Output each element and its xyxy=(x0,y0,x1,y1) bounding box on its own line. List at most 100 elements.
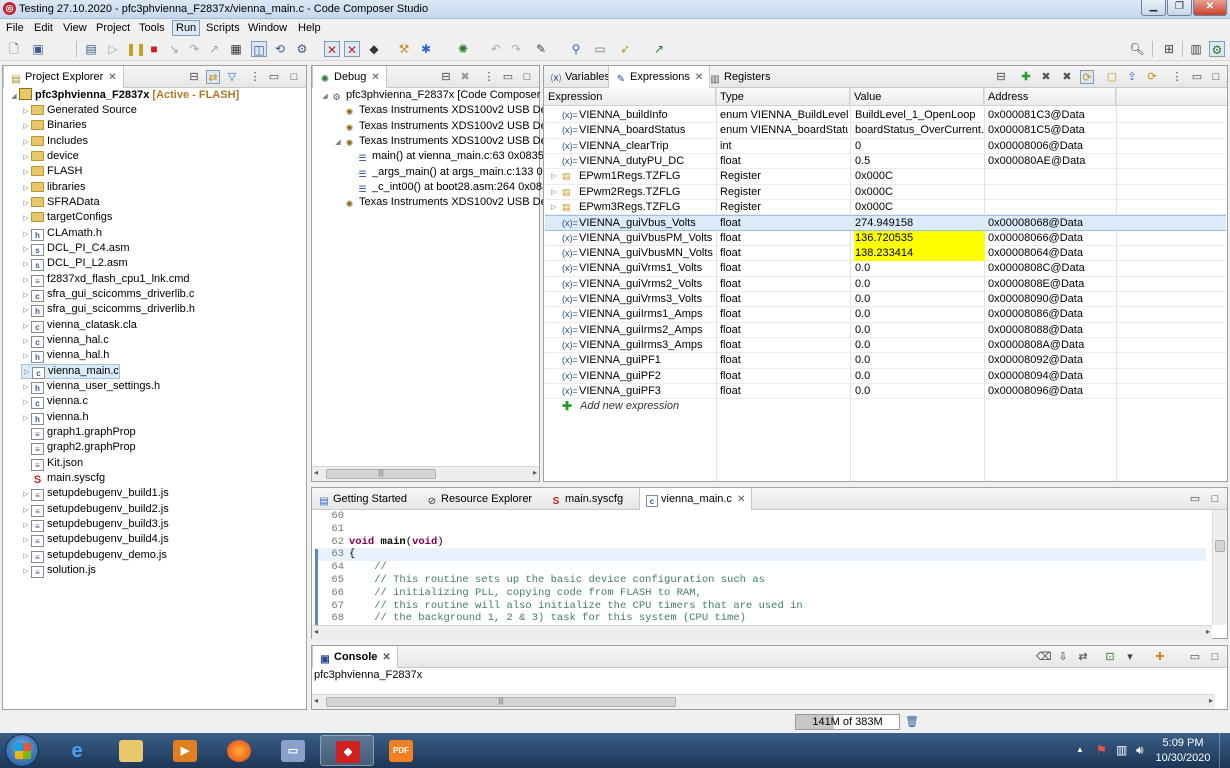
build-icon[interactable]: ⚒ xyxy=(396,41,412,57)
expand-arrow-icon[interactable]: ▷ xyxy=(21,104,31,119)
garbage-collect-icon[interactable]: 🗑︎ xyxy=(905,715,919,729)
expand-arrow-icon[interactable]: ▷ xyxy=(21,411,31,426)
ccs-edit-perspective-icon[interactable]: ▥ xyxy=(1188,41,1204,57)
taskbar-firefox[interactable] xyxy=(212,735,266,766)
tab-main-syscfg[interactable]: Smain.syscfg xyxy=(544,488,629,510)
expression-row[interactable]: (x)= VIENNA_clearTrip int 0 0x00008006@Data xyxy=(545,139,1226,154)
tree-item[interactable]: ▷ s DCL_PI_C4.asm xyxy=(21,241,130,256)
pin-console-icon[interactable]: ⊡ xyxy=(1103,650,1117,664)
tree-item[interactable]: ≡ graph1.graphProp xyxy=(21,425,136,440)
memory-icon[interactable]: ◫ xyxy=(251,41,267,57)
maximize-view-icon[interactable]: □ xyxy=(520,70,534,84)
tree-item[interactable]: ▷ libraries xyxy=(21,180,85,196)
target-connect-icon[interactable]: ⚙ xyxy=(294,41,310,57)
cell-value[interactable]: 0.0 xyxy=(854,323,985,338)
export-icon[interactable]: ⇪ xyxy=(1125,70,1139,84)
tab-getting-started[interactable]: ▤ Getting Started xyxy=(312,488,413,510)
close-icon[interactable]: ✕ xyxy=(108,72,116,83)
resume-icon[interactable]: ▷ xyxy=(105,41,121,57)
tree-item[interactable]: ▷ h vienna.h xyxy=(21,410,89,425)
column-expression[interactable]: Expression xyxy=(544,88,716,106)
search-icon[interactable]: 🔍︎ xyxy=(1129,41,1145,57)
expand-arrow-icon[interactable]: ▷ xyxy=(21,380,31,395)
expand-arrow-icon[interactable]: ▷ xyxy=(21,150,31,165)
tree-item[interactable]: ▷ c vienna_clatask.cla xyxy=(21,318,137,333)
start-button[interactable] xyxy=(5,734,39,767)
tree-item[interactable]: ▷ ≡ setupdebugenv_demo.js xyxy=(21,548,167,563)
debug-item[interactable]: ✺ Texas Instruments XDS100v2 USB Debug xyxy=(333,195,565,210)
expression-row[interactable]: (x)= VIENNA_guiVrms3_Volts float 0.0 0x00008… xyxy=(545,292,1226,308)
expand-arrow-icon[interactable]: ▷ xyxy=(21,227,31,242)
link-editor-icon[interactable]: ⇄ xyxy=(206,70,220,84)
maximize-view-icon[interactable]: □ xyxy=(287,70,301,84)
new-view-icon[interactable]: ▢ xyxy=(1105,70,1119,84)
maximize-view-icon[interactable]: □ xyxy=(1209,70,1223,84)
expression-row[interactable]: (x)= VIENNA_guiVrms2_Volts float 0.0 0x00008… xyxy=(545,277,1226,292)
tree-item[interactable]: ≡ Kit.json xyxy=(21,456,83,471)
tree-item[interactable]: ▷ c sfra_gui_scicomms_driverlib.c xyxy=(21,287,194,302)
expand-arrow-icon[interactable]: ▷ xyxy=(21,334,31,349)
cell-value[interactable]: 136.720535 xyxy=(854,230,985,246)
tree-item[interactable]: ▷ Includes xyxy=(21,134,88,149)
minimize-view-icon[interactable]: ▭ xyxy=(267,70,281,84)
code-line[interactable]: 68 // the background 1, 2 & 3) task for … xyxy=(318,612,1206,625)
tree-item[interactable]: ▷ h vienna_user_settings.h xyxy=(21,379,160,394)
expression-row[interactable]: ▷ ▤ EPwm3Regs.TZFLG Register 0x000C xyxy=(545,200,1226,216)
cell-value[interactable]: 0x000C xyxy=(854,200,985,215)
debug-item[interactable]: ☰ _c_int00() at boot28.asm:264 0x083B1 xyxy=(346,180,561,195)
tab-variables[interactable]: ⒳ Variables xyxy=(544,66,616,88)
expand-arrow-icon[interactable]: ▷ xyxy=(21,395,31,410)
expand-arrow-icon[interactable]: ▷ xyxy=(21,518,31,533)
taskbar-pdf-app[interactable]: PDF xyxy=(374,735,428,766)
editor-vscrollbar[interactable] xyxy=(1212,510,1227,625)
cell-value[interactable]: 0.0 xyxy=(854,369,985,384)
taskbar-explorer[interactable] xyxy=(104,735,158,766)
expression-row[interactable]: (x)= VIENNA_boardStatus enum VIENNA_boardS… xyxy=(545,123,1226,139)
view-menu-icon[interactable]: ⋮ xyxy=(482,70,496,84)
scroll-lock-icon[interactable]: ⇩ xyxy=(1056,650,1070,664)
expand-arrow-icon[interactable]: ▷ xyxy=(21,181,31,196)
tree-item[interactable]: ▷ ≡ setupdebugenv_build2.js xyxy=(21,502,169,517)
tree-item[interactable]: ▷ h sfra_gui_scicomms_driverlib.h xyxy=(21,302,195,318)
perspective-icon[interactable]: ⊞ xyxy=(1161,41,1177,57)
breakpoint-icon[interactable]: ✕ xyxy=(324,41,340,57)
tree-item[interactable]: ▷ targetConfigs xyxy=(21,210,112,225)
debug-item[interactable]: ☰ _args_main() at args_main.c:133 0x08 xyxy=(346,165,560,180)
menu-scripts[interactable]: Scripts xyxy=(202,20,244,36)
maximize-button[interactable]: ❐ xyxy=(1167,0,1192,16)
menu-edit[interactable]: Edit xyxy=(30,20,57,36)
menu-view[interactable]: View xyxy=(59,20,91,36)
debug-item[interactable]: ✺ Texas Instruments XDS100v2 USB Debug xyxy=(333,103,565,118)
close-icon[interactable]: ✕ xyxy=(737,494,745,505)
console-hscrollbar[interactable]: ◂ ||| ▸ xyxy=(312,694,1215,709)
expand-arrow-icon[interactable]: ▷ xyxy=(21,257,31,272)
ccs-debug-perspective-icon[interactable]: ⚙ xyxy=(1209,41,1225,57)
tree-item[interactable]: ▷ Generated Source xyxy=(21,103,137,118)
tree-item[interactable]: ▷ Binaries xyxy=(21,118,86,133)
add-expression-row[interactable]: ✚ Add new expression xyxy=(545,399,1226,414)
clock-time[interactable]: 5:09 PM xyxy=(1152,737,1214,749)
view-menu-icon[interactable]: ⋮ xyxy=(248,70,262,84)
cell-value[interactable]: 0.0 xyxy=(854,384,985,399)
column-value[interactable]: Value xyxy=(850,88,984,106)
column-type[interactable]: Type xyxy=(716,88,850,106)
minimize-view-icon[interactable]: ▭ xyxy=(501,70,515,84)
minimize-view-icon[interactable]: ▭ xyxy=(1188,650,1202,664)
step-return-icon[interactable]: ↗ xyxy=(206,41,222,57)
show-desktop-button[interactable] xyxy=(1219,733,1230,768)
debug-item[interactable]: ◢ ✺ Texas Instruments XDS100v2 USB Debug xyxy=(333,134,565,149)
expand-arrow-icon[interactable]: ▷ xyxy=(21,165,31,180)
menu-run[interactable]: Run xyxy=(172,20,201,36)
word-wrap-icon[interactable]: ⇄ xyxy=(1076,650,1090,664)
expand-arrow-icon[interactable]: ▷ xyxy=(21,303,31,318)
expand-arrow-icon[interactable]: ▷ xyxy=(21,487,31,502)
tree-item[interactable]: ▷ device xyxy=(21,149,79,164)
cell-value[interactable]: 0x000C xyxy=(854,169,985,184)
expand-arrow-icon[interactable]: ▷ xyxy=(21,564,31,579)
cell-value[interactable]: 0.0 xyxy=(854,292,985,307)
collapse-all-icon[interactable]: ⊟ xyxy=(439,70,453,84)
column-address[interactable]: Address xyxy=(984,88,1116,106)
cell-value[interactable]: BuildLevel_1_OpenLoop xyxy=(854,108,985,123)
close-icon[interactable]: ✕ xyxy=(382,652,390,663)
volume-icon[interactable]: 🔊︎ xyxy=(1136,743,1144,758)
